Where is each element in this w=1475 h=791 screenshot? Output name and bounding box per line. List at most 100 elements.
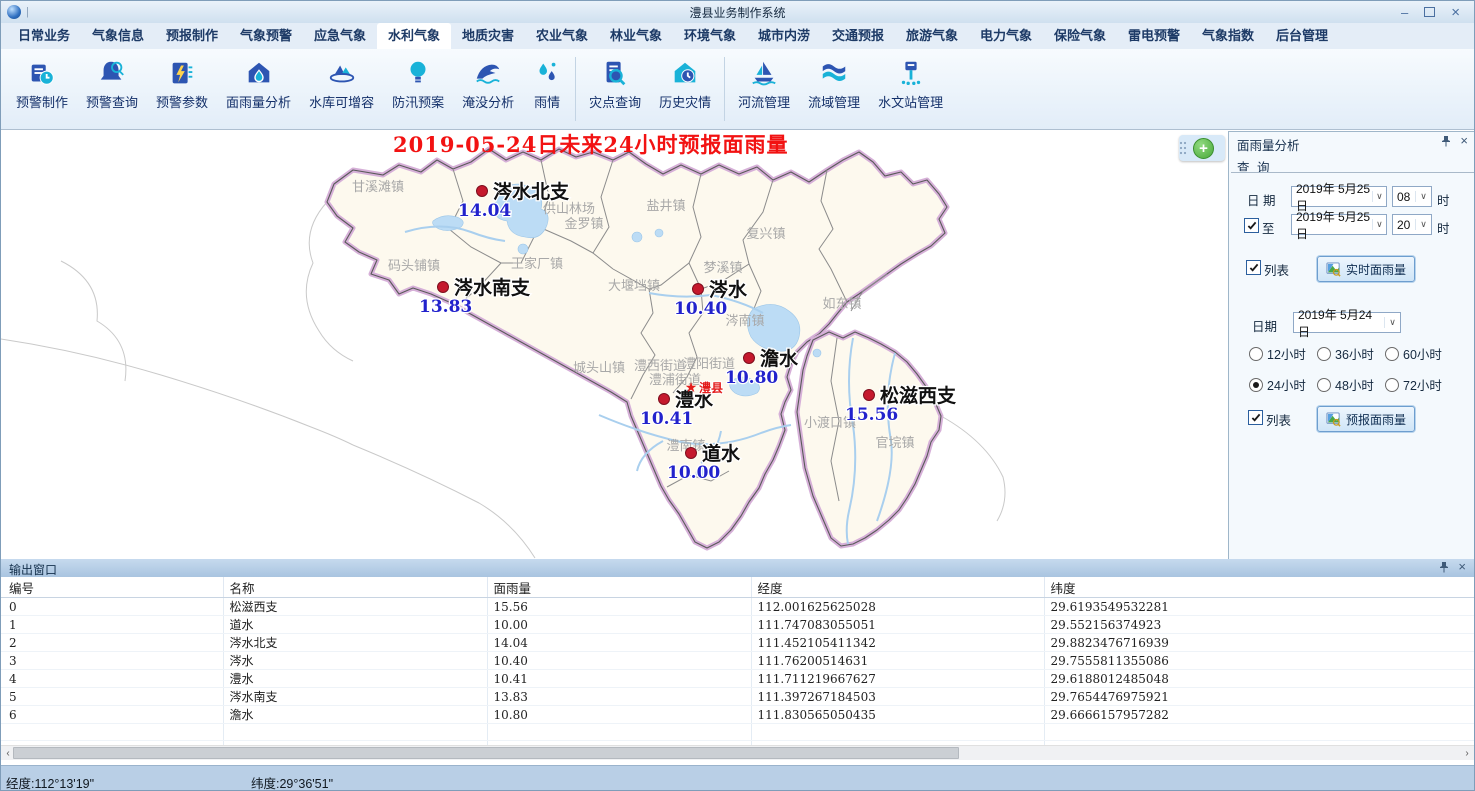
menu-tab-城市内涝[interactable]: 城市内涝 bbox=[747, 23, 821, 49]
realtime-rain-button[interactable]: 实时面雨量 bbox=[1317, 256, 1415, 282]
table-row[interactable]: 4澧水10.41111.71121966762729.6188012485048 bbox=[1, 670, 1475, 688]
to-checkbox[interactable] bbox=[1244, 218, 1259, 233]
start-date-select[interactable]: 2019年 5月25日∨ bbox=[1291, 186, 1387, 207]
menu-tab-水利气象[interactable]: 水利气象 bbox=[377, 23, 451, 49]
town-label: 王家厂镇 bbox=[511, 256, 563, 272]
longitude-readout: 经度:112°13'19" bbox=[6, 773, 94, 791]
town-label: 码头铺镇 bbox=[388, 259, 440, 274]
duration-radio-12小时[interactable]: 12小时 bbox=[1249, 344, 1317, 363]
menu-tab-地质灾害[interactable]: 地质灾害 bbox=[451, 23, 525, 49]
realtime-list-label: 列表 bbox=[1264, 260, 1289, 279]
toolbar-basin-manage-button[interactable]: 流域管理 bbox=[799, 55, 869, 114]
maximize-button[interactable] bbox=[1424, 6, 1435, 19]
toolbar-reservoir-capacity-button[interactable]: 水库可增容 bbox=[300, 55, 383, 114]
basin-rainfall-value: 14.04 bbox=[458, 201, 511, 221]
menu-tab-电力气象[interactable]: 电力气象 bbox=[969, 23, 1043, 49]
basin-marker-icon bbox=[438, 282, 449, 293]
duration-radio-48小时[interactable]: 48小时 bbox=[1317, 375, 1385, 394]
close-icon[interactable]: × bbox=[1458, 561, 1466, 573]
toolbar-alert-create-button[interactable]: 预警制作 bbox=[7, 55, 77, 114]
forecast-list-label: 列表 bbox=[1266, 410, 1291, 429]
close-icon[interactable]: × bbox=[1460, 135, 1468, 147]
map-add-button[interactable]: + bbox=[1179, 135, 1225, 161]
radio-icon bbox=[1317, 347, 1331, 361]
minimize-button[interactable]: – bbox=[1401, 6, 1408, 19]
column-header: 经度 bbox=[751, 577, 1044, 598]
toolbar-hydro-station-manage-button[interactable]: 水文站管理 bbox=[869, 55, 952, 114]
forecast-date-select[interactable]: 2019年 5月24日∨ bbox=[1293, 312, 1401, 333]
menu-tab-日常业务[interactable]: 日常业务 bbox=[7, 23, 81, 49]
menu-tab-气象指数[interactable]: 气象指数 bbox=[1191, 23, 1265, 49]
toolbar-flood-plan-button[interactable]: 防汛预案 bbox=[383, 55, 453, 114]
menu-tab-旅游气象[interactable]: 旅游气象 bbox=[895, 23, 969, 49]
county-boundary-east bbox=[797, 332, 941, 546]
forecast-date-label: 日期 bbox=[1252, 316, 1277, 335]
town-label: 涔南镇 bbox=[725, 313, 764, 329]
table-cell: 5 bbox=[1, 688, 223, 706]
menu-tab-后台管理[interactable]: 后台管理 bbox=[1265, 23, 1339, 49]
toolbar-alert-query-button[interactable]: 预警查询 bbox=[77, 55, 147, 114]
menu-tab-预报制作[interactable]: 预报制作 bbox=[155, 23, 229, 49]
duration-radio-24小时[interactable]: 24小时 bbox=[1249, 375, 1317, 394]
scrollbar-thumb[interactable] bbox=[13, 747, 959, 759]
toolbar-disaster-point-query-button[interactable]: 灾点查询 bbox=[580, 55, 650, 114]
duration-radio-60小时[interactable]: 60小时 bbox=[1385, 344, 1457, 363]
table-cell: 10.80 bbox=[487, 706, 751, 724]
basin-marker-icon bbox=[744, 353, 755, 364]
duration-radio-36小时[interactable]: 36小时 bbox=[1317, 344, 1385, 363]
table-row[interactable]: 0松滋西支15.56112.00162562502829.61935495322… bbox=[1, 598, 1475, 616]
table-row[interactable]: 5涔水南支13.83111.39726718450329.76544769759… bbox=[1, 688, 1475, 706]
table-row[interactable]: 6澹水10.80111.83056505043529.6666157957282 bbox=[1, 706, 1475, 724]
toolbar-alert-params-button[interactable]: 预警参数 bbox=[147, 55, 217, 114]
town-label: 金罗镇 bbox=[564, 216, 603, 232]
grip-dots-icon bbox=[1179, 140, 1187, 156]
menu-tab-应急气象[interactable]: 应急气象 bbox=[303, 23, 377, 49]
toolbar-disaster-history-button[interactable]: 历史灾情 bbox=[650, 55, 720, 114]
scroll-right-icon[interactable]: › bbox=[1460, 748, 1474, 759]
table-row[interactable]: 1道水10.00111.74708305505129.552156374923 bbox=[1, 616, 1475, 634]
town-label: 城头山镇 bbox=[573, 361, 625, 376]
pin-icon[interactable] bbox=[1438, 561, 1450, 573]
table-cell: 涔水北支 bbox=[223, 634, 487, 652]
pin-icon[interactable] bbox=[1440, 135, 1452, 147]
menu-tab-交通预报[interactable]: 交通预报 bbox=[821, 23, 895, 49]
close-button[interactable]: × bbox=[1451, 6, 1460, 19]
reservoir-capacity-icon bbox=[327, 58, 357, 88]
start-date-label: 日 期 bbox=[1247, 190, 1275, 209]
table-row[interactable]: 3涔水10.40111.7620051463129.7555811355086 bbox=[1, 652, 1475, 670]
menu-tab-保险气象[interactable]: 保险气象 bbox=[1043, 23, 1117, 49]
duration-radio-group: 12小时36小时60小时 24小时48小时72小时 bbox=[1249, 344, 1457, 394]
table-cell: 澧水 bbox=[223, 670, 487, 688]
town-label: 澧西街道 bbox=[634, 359, 686, 374]
column-header: 编号 bbox=[1, 577, 223, 598]
end-hour-select[interactable]: 20∨ bbox=[1392, 214, 1432, 235]
table-cell: 111.747083055051 bbox=[751, 616, 1044, 634]
table-row[interactable]: 2涔水北支14.04111.45210541134229.88234767169… bbox=[1, 634, 1475, 652]
start-hour-select[interactable]: 08∨ bbox=[1392, 186, 1432, 207]
toolbar-river-manage-button[interactable]: 河流管理 bbox=[729, 55, 799, 114]
menu-tab-气象信息[interactable]: 气象信息 bbox=[81, 23, 155, 49]
duration-radio-72小时[interactable]: 72小时 bbox=[1385, 375, 1457, 394]
rain-condition-icon bbox=[532, 58, 562, 88]
map-canvas[interactable]: 甘溪滩镇盐井镇复兴镇供山林场金罗镇码头铺镇王家厂镇大堰垱镇梦溪镇涔南镇如东镇城头… bbox=[1, 131, 1229, 559]
toolbar-area-rain-analysis-button[interactable]: 面雨量分析 bbox=[217, 55, 300, 114]
basin-label: 涔水 bbox=[709, 278, 748, 301]
town-label: 梦溪镇 bbox=[703, 261, 742, 276]
table-cell: 14.04 bbox=[487, 634, 751, 652]
toolbar-inundation-analysis-button[interactable]: 淹没分析 bbox=[453, 55, 523, 114]
menu-tab-气象预警[interactable]: 气象预警 bbox=[229, 23, 303, 49]
table-cell: 6 bbox=[1, 706, 223, 724]
toolbar-rain-condition-button[interactable]: 雨情 bbox=[523, 55, 571, 114]
table-cell: 29.552156374923 bbox=[1044, 616, 1475, 634]
realtime-list-checkbox[interactable] bbox=[1246, 260, 1261, 275]
menu-tab-雷电预警[interactable]: 雷电预警 bbox=[1117, 23, 1191, 49]
menu-tab-农业气象[interactable]: 农业气象 bbox=[525, 23, 599, 49]
forecast-list-checkbox[interactable] bbox=[1248, 410, 1263, 425]
forecast-rain-button[interactable]: 预报面雨量 bbox=[1317, 406, 1415, 432]
menu-tab-林业气象[interactable]: 林业气象 bbox=[599, 23, 673, 49]
column-header: 纬度 bbox=[1044, 577, 1475, 598]
menu-tab-环境气象[interactable]: 环境气象 bbox=[673, 23, 747, 49]
basin-marker-icon bbox=[693, 284, 704, 295]
horizontal-scrollbar[interactable]: ‹ › bbox=[1, 745, 1474, 760]
end-date-select[interactable]: 2019年 5月25日∨ bbox=[1291, 214, 1387, 235]
